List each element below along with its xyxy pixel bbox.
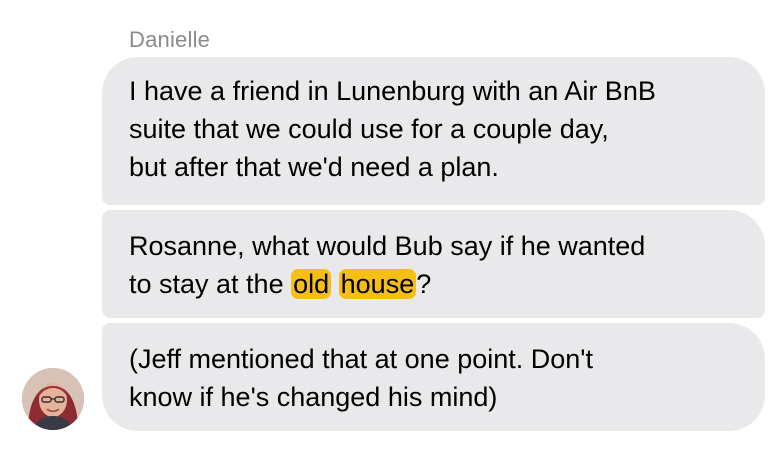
message-bubble[interactable]: Rosanne, what would Bub say if he wanted… [102,210,765,318]
message-bubble[interactable]: I have a friend in Lunenburg with an Air… [102,57,765,205]
message-text-fragment: ? [416,269,432,299]
message-text-line: Rosanne, what would Bub say if he wanted [129,231,646,261]
message-text-line: to stay at the old house? [129,265,743,303]
message-text-line: but after that we'd need a plan. [129,152,499,182]
message-text-line: know if he's changed his mind) [129,382,498,412]
message-bubble[interactable]: (Jeff mentioned that at one point. Don't… [102,323,765,431]
avatar-photo-icon [22,368,84,430]
sender-name: Danielle [129,27,211,52]
message-text-line: I have a friend in Lunenburg with an Air… [129,76,656,106]
search-highlight: house [338,269,417,299]
message-text-line: (Jeff mentioned that at one point. Don't [129,344,593,374]
avatar[interactable] [22,368,84,430]
message-text-line: suite that we could use for a couple day… [129,114,609,144]
message-text-fragment: to stay at the [129,269,292,299]
search-highlight: old [291,269,332,299]
